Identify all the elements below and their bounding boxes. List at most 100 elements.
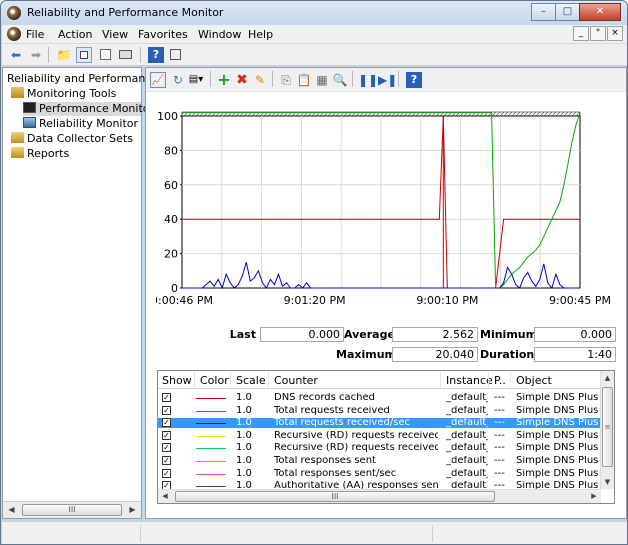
app-icon[interactable] — [7, 6, 21, 20]
mdi-close-button[interactable]: × — [607, 26, 623, 41]
menu-view[interactable]: View — [102, 28, 128, 41]
column-parent[interactable]: P.. — [494, 374, 506, 387]
last-value: 0.000 — [260, 327, 344, 342]
table-row[interactable]: ✓ 1.0 Total responses sent _default_ --- Simp… — [158, 456, 601, 466]
menu-window[interactable]: Window — [198, 28, 241, 41]
back-arrow-icon[interactable]: ⬅ — [8, 47, 24, 63]
cell-scale: 1.0 — [236, 393, 252, 403]
column-divider[interactable] — [510, 372, 511, 388]
tree-item-performance-monitor[interactable]: Performance Monitor — [23, 102, 154, 116]
scroll-thumb[interactable]: III — [175, 491, 495, 502]
column-show[interactable]: Show — [162, 374, 192, 387]
view-current-activity-icon[interactable]: 📈 — [150, 72, 166, 88]
column-counter[interactable]: Counter — [274, 374, 318, 387]
column-object[interactable]: Object — [516, 374, 552, 387]
maximize-button[interactable]: □ — [555, 3, 580, 21]
average-label: Average — [344, 328, 395, 341]
show-checkbox[interactable]: ✓ — [162, 430, 171, 440]
menu-action[interactable]: Action — [58, 28, 92, 41]
forward-arrow-icon[interactable]: ➡ — [28, 47, 44, 63]
column-divider[interactable] — [440, 372, 441, 388]
tree-item-monitoring-tools[interactable]: Monitoring Tools — [11, 87, 116, 101]
column-scale[interactable]: Scale — [236, 374, 266, 387]
column-divider[interactable] — [194, 372, 195, 388]
status-bar — [2, 521, 627, 544]
paste-counter-list-icon[interactable]: 📋 — [296, 72, 312, 88]
performance-chart[interactable]: 020406080100 9:00:46 PM 9:01:20 PM 9:00:10… — [156, 100, 618, 304]
table-row[interactable]: ✓ 1.0 Recursive (RD) requests received _def… — [158, 430, 601, 441]
close-button[interactable]: ✕ — [579, 3, 621, 21]
show-checkbox[interactable]: ✓ — [162, 418, 171, 428]
show-checkbox[interactable]: ✓ — [162, 393, 171, 402]
delete-counter-icon[interactable]: ✖ — [234, 72, 250, 88]
column-instance[interactable]: Instance — [446, 374, 493, 387]
copy-properties-icon[interactable]: ⎘ — [278, 72, 294, 88]
table-row[interactable]: ✓ 1.0 Recursive (RD) requests received/sec… — [158, 443, 601, 453]
scroll-down-arrow-icon[interactable]: ▼ — [601, 475, 614, 489]
scroll-up-arrow-icon[interactable]: ▲ — [601, 371, 614, 385]
show-checkbox[interactable]: ✓ — [162, 468, 171, 478]
show-checkbox[interactable]: ✓ — [162, 405, 171, 415]
menu-favorites[interactable]: Favorites — [138, 28, 188, 41]
cell-instance: _default_ — [446, 418, 488, 429]
table-row[interactable]: ✓ 1.0 Total requests received _default_ --- S… — [158, 405, 601, 416]
menu-help[interactable]: Help — [248, 28, 273, 41]
y-tick-label: 20 — [164, 248, 178, 261]
table-row[interactable]: ✓ 1.0 Total requests received/sec _default_… — [158, 418, 601, 429]
x-tick-label: 9:00:45 PM — [549, 294, 611, 304]
average-value: 2.562 — [392, 327, 478, 342]
scroll-right-arrow-icon[interactable]: ▶ — [124, 502, 141, 518]
cell-instance: _default_ — [446, 443, 488, 454]
scroll-thumb[interactable]: III — [22, 504, 122, 516]
table-row[interactable]: ✓ 1.0 Total responses sent/sec _default_ ---… — [158, 468, 601, 479]
tree-item-label: Data Collector Sets — [27, 132, 133, 145]
cell-object: Simple DNS Plus — [516, 456, 599, 466]
add-counter-icon[interactable]: + — [216, 72, 232, 88]
counter-vertical-scrollbar[interactable]: ▲ ≡ ▼ — [600, 371, 614, 489]
menu-file[interactable]: File — [26, 28, 44, 41]
scroll-left-arrow-icon[interactable]: ◀ — [158, 490, 172, 503]
change-graph-type-icon[interactable]: ▤▾ — [188, 72, 204, 88]
zoom-icon[interactable]: 🔍 — [332, 72, 348, 88]
up-folder-icon[interactable]: 📁 — [56, 47, 72, 63]
show-checkbox[interactable]: ✓ — [162, 456, 171, 465]
freeze-display-icon[interactable]: ❚❚ — [358, 72, 378, 88]
column-divider[interactable] — [230, 372, 231, 388]
minimize-button[interactable]: – — [531, 3, 556, 21]
mdi-restore-button[interactable]: ° — [590, 26, 606, 41]
show-checkbox[interactable]: ✓ — [162, 443, 171, 453]
mmc-window-icon[interactable] — [168, 47, 184, 63]
tree-item-reports[interactable]: Reports — [11, 147, 69, 161]
mdi-minimize-button[interactable]: _ — [573, 26, 589, 41]
view-log-data-icon[interactable]: ↻ — [170, 72, 186, 88]
show-hide-tree-icon[interactable] — [76, 47, 92, 63]
scroll-thumb[interactable]: ≡ — [602, 387, 613, 467]
help-icon[interactable]: ? — [148, 47, 164, 63]
title-bar[interactable]: Reliability and Performance Monitor – □ … — [1, 1, 627, 25]
tree-horizontal-scrollbar[interactable]: ◀ III ▶ — [3, 501, 141, 518]
cell-parent: --- — [494, 456, 505, 466]
properties-icon[interactable] — [98, 47, 114, 63]
chart-grid — [181, 111, 581, 289]
toolbar-separator — [140, 47, 141, 63]
counter-horizontal-scrollbar[interactable]: ◀ III ▶ — [158, 489, 601, 503]
folder-icon — [11, 87, 24, 98]
cell-scale: 1.0 — [236, 418, 252, 429]
column-color[interactable]: Color — [200, 374, 229, 387]
highlight-icon[interactable]: ✎ — [252, 72, 268, 88]
tree-item-data-collector-sets[interactable]: Data Collector Sets — [11, 132, 133, 146]
scroll-right-arrow-icon[interactable]: ▶ — [587, 490, 601, 503]
help-icon[interactable]: ? — [406, 72, 422, 88]
tree-item-reliability-and-performance[interactable]: Reliability and Performance — [7, 72, 158, 86]
column-divider[interactable] — [488, 372, 489, 388]
status-pane — [140, 525, 260, 542]
tree-item-reliability-monitor[interactable]: Reliability Monitor — [23, 117, 138, 131]
properties-icon[interactable]: ▦ — [314, 72, 330, 88]
export-list-icon[interactable] — [118, 47, 134, 63]
scroll-left-arrow-icon[interactable]: ◀ — [3, 502, 20, 518]
mdi-system-icon[interactable] — [7, 27, 21, 41]
update-data-icon[interactable]: ▶❚ — [378, 72, 397, 88]
column-divider[interactable] — [268, 372, 269, 388]
table-row[interactable]: ✓ 1.0 DNS records cached _default_ --- Simple… — [158, 393, 601, 403]
counter-table: Show Color Scale Counter Instance P.. Ob… — [157, 370, 615, 504]
